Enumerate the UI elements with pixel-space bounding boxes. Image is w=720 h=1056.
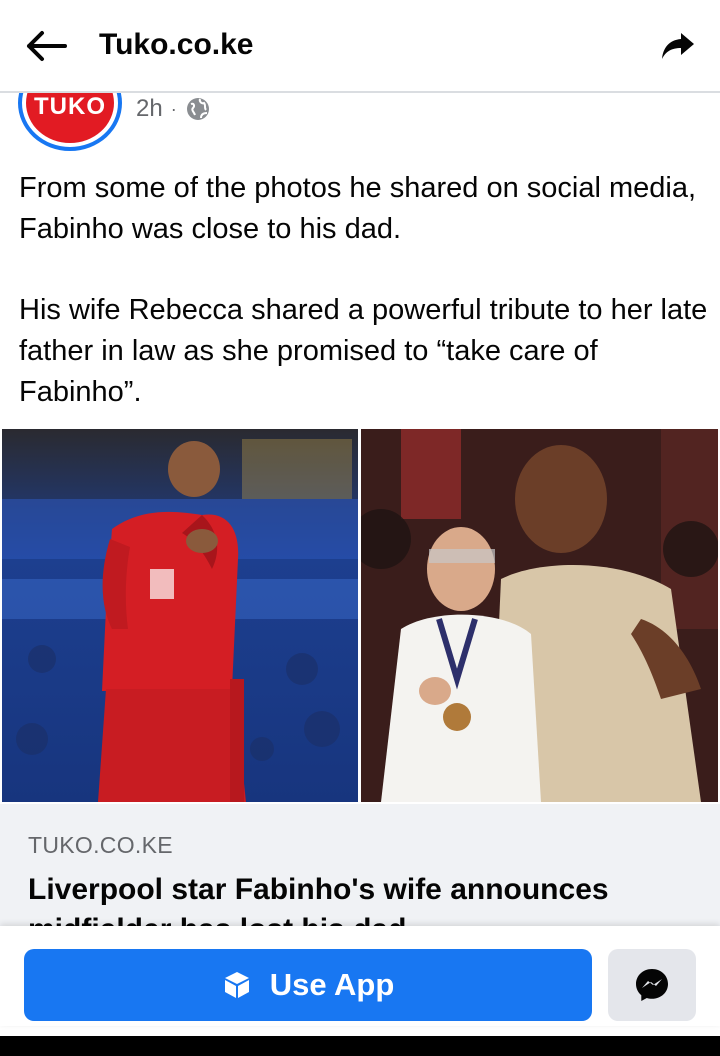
messenger-button[interactable] <box>608 949 696 1021</box>
share-button[interactable] <box>658 26 698 66</box>
photo-grid <box>0 427 720 804</box>
use-app-button[interactable]: Use App <box>24 949 592 1021</box>
link-preview-card[interactable]: TUKO.CO.KE Liverpool star Fabinho's wife… <box>0 804 720 926</box>
meta-separator: · <box>170 98 177 119</box>
globe-icon <box>186 98 209 120</box>
arrow-left-icon <box>27 31 67 61</box>
post-text: From some of the photos he shared on soc… <box>19 168 709 413</box>
photo-player-with-dad[interactable] <box>361 429 718 802</box>
link-title: Liverpool star Fabinho's wife announces … <box>28 873 609 926</box>
system-nav-bar <box>0 1036 720 1056</box>
post-paragraph: From some of the photos he shared on soc… <box>19 172 697 245</box>
tuko-logo: TUKO <box>26 93 114 143</box>
post-time[interactable]: 2h <box>136 95 163 123</box>
page-title: Tuko.co.ke <box>99 28 254 61</box>
post-meta: 2h · <box>136 95 211 123</box>
post-header: TUKO 2h · <box>0 93 720 163</box>
post-paragraph: His wife Rebecca shared a powerful tribu… <box>19 294 708 408</box>
use-app-label: Use App <box>269 967 395 1002</box>
link-domain: TUKO.CO.KE <box>28 832 173 858</box>
share-arrow-icon <box>662 33 694 59</box>
photo-player-kissing-shirt[interactable] <box>2 429 358 802</box>
messenger-icon <box>636 969 668 1001</box>
back-button[interactable] <box>24 26 68 66</box>
bottom-action-bar: Use App <box>0 926 720 1026</box>
cube-icon <box>224 972 249 998</box>
top-bar: Tuko.co.ke <box>0 0 720 93</box>
page-avatar[interactable]: TUKO <box>18 93 122 151</box>
logo-text: TUKO <box>34 93 106 120</box>
